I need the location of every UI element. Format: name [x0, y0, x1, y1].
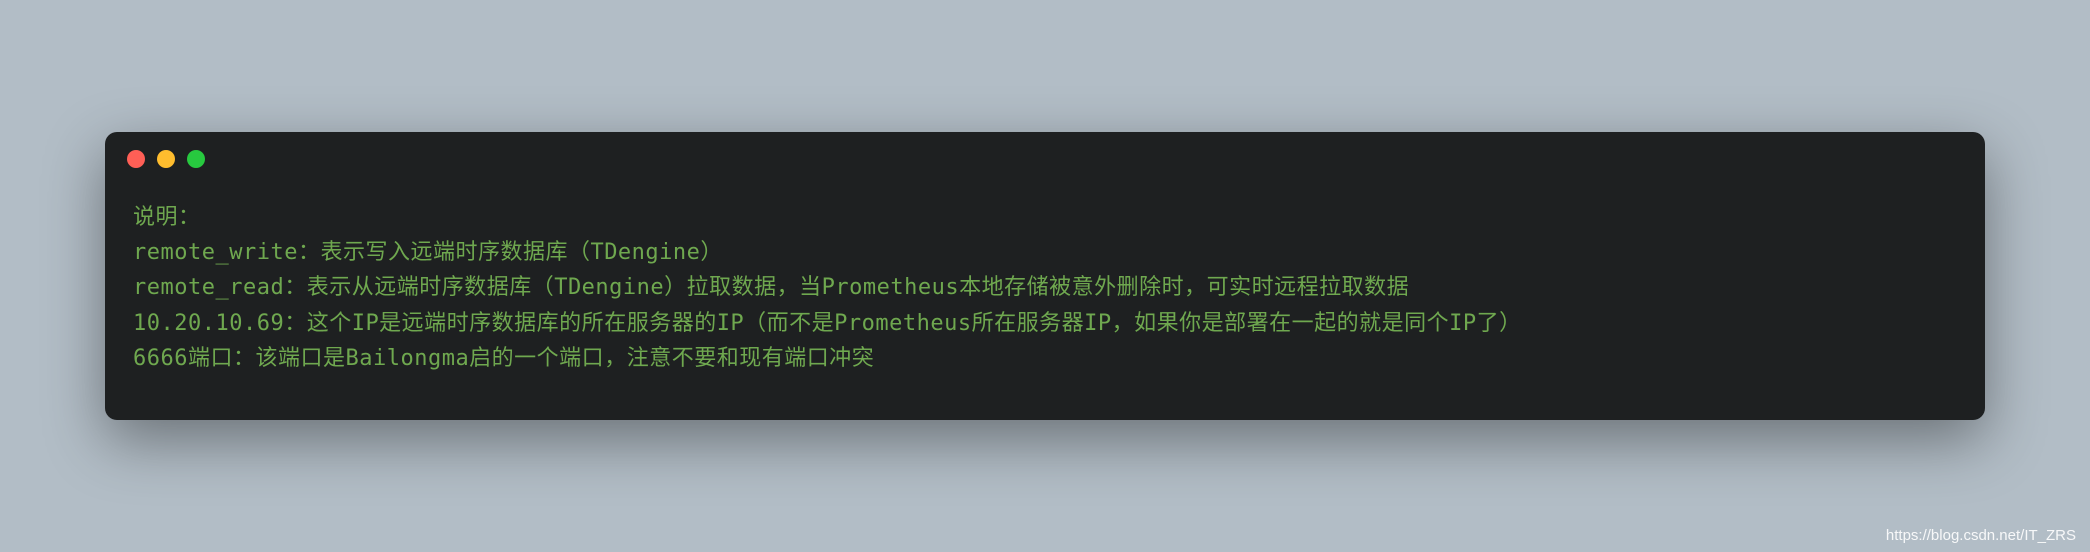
terminal-line: remote_write：表示写入远端时序数据库（TDengine） — [133, 235, 1957, 270]
watermark-text: https://blog.csdn.net/IT_ZRS — [1886, 527, 2076, 544]
terminal-content: 说明：remote_write：表示写入远端时序数据库（TDengine）rem… — [105, 176, 1985, 420]
close-icon[interactable] — [127, 150, 145, 168]
terminal-line: remote_read：表示从远端时序数据库（TDengine）拉取数据，当Pr… — [133, 270, 1957, 305]
maximize-icon[interactable] — [187, 150, 205, 168]
window-titlebar — [105, 132, 1985, 176]
terminal-line: 说明： — [133, 200, 1957, 235]
terminal-line: 10.20.10.69：这个IP是远端时序数据库的所在服务器的IP（而不是Pro… — [133, 306, 1957, 341]
terminal-window: 说明：remote_write：表示写入远端时序数据库（TDengine）rem… — [105, 132, 1985, 420]
minimize-icon[interactable] — [157, 150, 175, 168]
terminal-line: 6666端口：该端口是Bailongma启的一个端口，注意不要和现有端口冲突 — [133, 341, 1957, 376]
